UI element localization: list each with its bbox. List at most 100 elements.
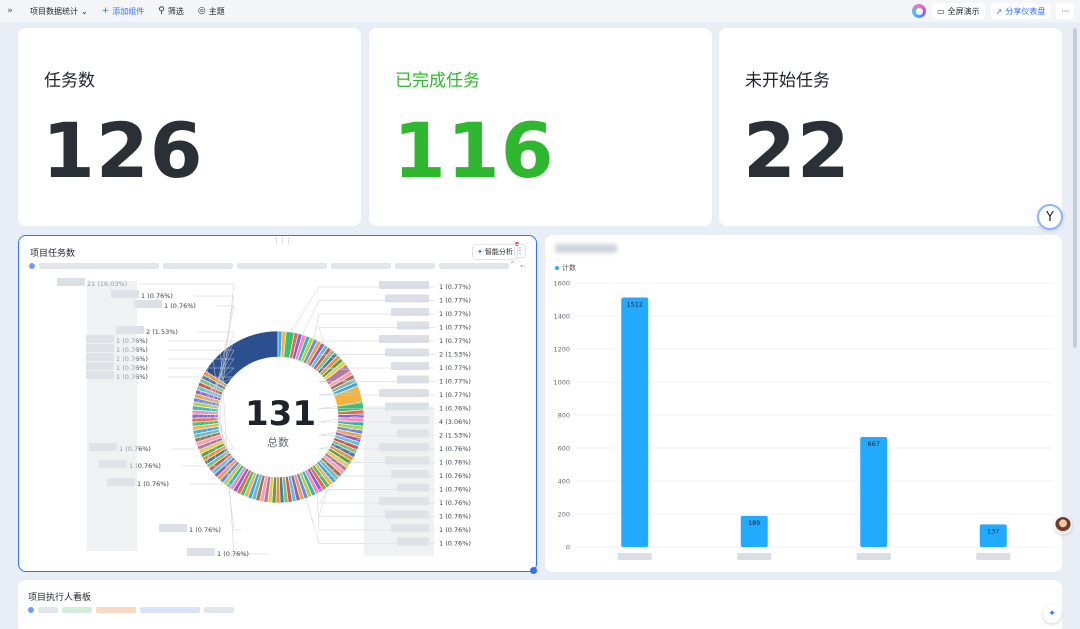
redacted-label bbox=[385, 348, 429, 357]
stat-value: 22 bbox=[743, 106, 851, 195]
presentation-icon: ▭ bbox=[937, 6, 945, 16]
slice-value-label: 1 (0.76%) bbox=[439, 540, 471, 548]
x-tick-label-redacted bbox=[856, 553, 891, 560]
bar[interactable] bbox=[621, 297, 649, 547]
y-tick-label: 600 bbox=[558, 445, 570, 453]
assignee-legend-strip bbox=[28, 607, 328, 613]
redacted-label bbox=[379, 281, 429, 289]
slice-value-label: 1 (0.76%) bbox=[217, 550, 249, 558]
more-options-button[interactable]: ··· bbox=[1056, 3, 1074, 19]
resize-handle[interactable] bbox=[530, 567, 537, 574]
assistant-logo-icon[interactable]: Y bbox=[1037, 204, 1063, 230]
slice-value-label: 1 (0.76%) bbox=[439, 445, 471, 453]
redacted-label bbox=[397, 321, 429, 330]
redacted-label bbox=[391, 308, 429, 316]
stat-card-total-tasks[interactable]: 任务数 126 bbox=[18, 28, 361, 226]
redacted-label bbox=[391, 362, 429, 370]
slice-value-label: 1 (0.76%) bbox=[439, 472, 471, 480]
palette-icon: ◎ bbox=[197, 6, 206, 16]
slice-value-label: 1 (0.76%) bbox=[439, 513, 471, 521]
filter-icon: ⚲ bbox=[158, 6, 165, 16]
y-tick-label: 400 bbox=[558, 478, 570, 486]
ai-assistant-icon[interactable] bbox=[912, 4, 927, 18]
theme-button[interactable]: ◎ 主题 bbox=[194, 4, 229, 19]
stat-label: 未开始任务 bbox=[745, 71, 830, 91]
bar-value-label: 189 bbox=[748, 519, 760, 527]
dashboard-title: 项目数据统计 bbox=[30, 6, 78, 16]
slice-value-label: 1 (0.77%) bbox=[439, 364, 471, 372]
slice-value-label: 2 (1.53%) bbox=[146, 328, 178, 336]
donut-total-value: 131 bbox=[245, 394, 316, 434]
project-task-count-panel[interactable]: ⋮⋮⋮ 项目任务数 ✦ 智能分析 ⋮ ⌃ ⌄ 21 (16.03%)1 (0.7… bbox=[18, 235, 537, 572]
redacted-label bbox=[159, 524, 187, 532]
slice-value-label: 1 (0.77%) bbox=[439, 310, 471, 318]
slice-value-label: 1 (0.77%) bbox=[439, 337, 471, 345]
bar-value-label: 667 bbox=[868, 440, 880, 448]
y-tick-label: 0 bbox=[566, 544, 570, 552]
bar-value-label: 1512 bbox=[626, 301, 643, 309]
slice-value-label: 1 (0.76%) bbox=[439, 486, 471, 494]
slice-value-label: 1 (0.76%) bbox=[439, 459, 471, 467]
add-component-button[interactable]: + 添加组件 bbox=[98, 4, 149, 19]
stat-card-not-started-tasks[interactable]: 未开始任务 22 bbox=[719, 28, 1062, 226]
sparkle-icon[interactable]: ✦ bbox=[1043, 605, 1061, 623]
fullscreen-button[interactable]: ▭ 全屏演示 bbox=[932, 3, 985, 19]
stat-label: 任务数 bbox=[44, 71, 95, 91]
stat-value: 116 bbox=[393, 106, 555, 195]
bar-chart: 0 200 400 600 800 1000 1200 1400 1600 1512 189 667 1… bbox=[553, 280, 1053, 560]
slice-value-label: 1 (0.77%) bbox=[439, 297, 471, 305]
slice-value-label: 1 (0.76%) bbox=[141, 292, 173, 300]
plus-icon: + bbox=[101, 6, 110, 16]
stat-label: 已完成任务 bbox=[395, 71, 480, 91]
stat-card-completed-tasks[interactable]: 已完成任务 116 bbox=[369, 28, 712, 226]
bar-value-label: 137 bbox=[987, 527, 999, 535]
dashboard-title-dropdown[interactable]: 项目数据统计 ⌄ bbox=[26, 4, 92, 19]
slice-value-label: 1 (0.76%) bbox=[439, 526, 471, 534]
slice-value-label: 1 (0.77%) bbox=[439, 324, 471, 332]
x-tick-label-redacted bbox=[617, 553, 652, 560]
filter-button[interactable]: ⚲ 筛选 bbox=[154, 4, 188, 19]
slice-value-label: 1 (0.76%) bbox=[439, 405, 471, 413]
redacted-block bbox=[364, 406, 434, 556]
redacted-block bbox=[87, 281, 137, 551]
more-icon: ··· bbox=[1061, 6, 1069, 16]
y-tick-label: 1400 bbox=[553, 313, 570, 321]
slice-value-label: 1 (0.77%) bbox=[439, 378, 471, 386]
panel-title: 项目执行人看板 bbox=[28, 593, 92, 603]
slice-value-label: 1 (0.76%) bbox=[164, 302, 196, 310]
add-component-label: 添加组件 bbox=[112, 6, 145, 16]
share-label: 分享仪表盘 bbox=[1005, 6, 1046, 16]
slice-value-label: 1 (0.77%) bbox=[439, 391, 471, 399]
chevron-down-icon: ⌄ bbox=[81, 6, 88, 16]
slice-value-label: 2 (1.53%) bbox=[439, 432, 471, 440]
redacted-label bbox=[134, 300, 162, 308]
redacted-label bbox=[187, 548, 215, 556]
redacted-label bbox=[379, 389, 429, 397]
theme-label: 主题 bbox=[208, 6, 225, 16]
slice-value-label: 1 (0.76%) bbox=[189, 526, 221, 534]
share-dashboard-button[interactable]: ↗ 分享仪表盘 bbox=[990, 3, 1051, 19]
donut-total-label: 总数 bbox=[267, 436, 289, 449]
y-tick-label: 1000 bbox=[553, 379, 570, 387]
scrollbar[interactable] bbox=[1073, 28, 1077, 348]
stat-value: 126 bbox=[42, 106, 204, 195]
count-bar-chart-panel[interactable]: 计数 0 200 400 600 800 1000 1200 1400 1600 1512 189 6… bbox=[545, 235, 1062, 572]
filter-label: 筛选 bbox=[167, 6, 184, 16]
expand-icon[interactable]: » bbox=[2, 3, 18, 19]
slice-value-label: 1 (0.76%) bbox=[137, 480, 169, 488]
x-tick-label-redacted bbox=[737, 553, 772, 560]
user-avatar[interactable] bbox=[1054, 516, 1072, 534]
y-tick-label: 800 bbox=[558, 412, 570, 420]
redacted-label bbox=[57, 278, 85, 286]
fullscreen-label: 全屏演示 bbox=[947, 6, 980, 16]
assignee-board-panel[interactable]: 项目执行人看板 bbox=[18, 580, 1062, 629]
y-tick-label: 200 bbox=[558, 511, 570, 519]
dashboard-toolbar: » 项目数据统计 ⌄ + 添加组件 ⚲ 筛选 ◎ 主题 ▭ 全屏演示 ↗ 分享仪… bbox=[0, 0, 1080, 22]
redacted-label bbox=[397, 375, 429, 384]
y-tick-label: 1600 bbox=[553, 280, 570, 288]
x-tick-label-redacted bbox=[976, 553, 1011, 560]
share-icon: ↗ bbox=[995, 6, 1003, 16]
slice-value-label: 1 (0.76%) bbox=[439, 499, 471, 507]
bar[interactable] bbox=[860, 436, 888, 547]
slice-value-label: 2 (1.53%) bbox=[439, 351, 471, 359]
